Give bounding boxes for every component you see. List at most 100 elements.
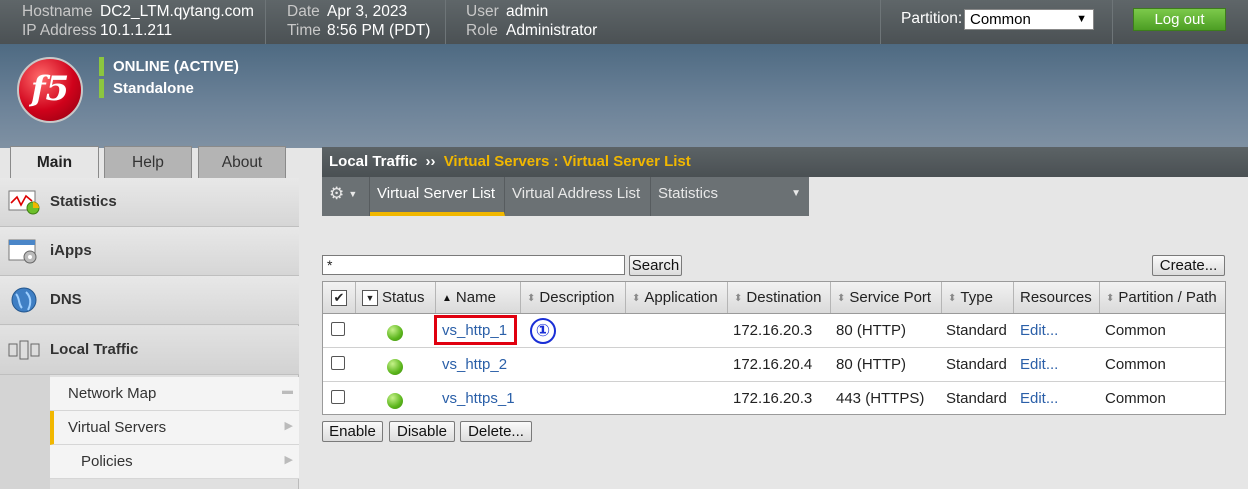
subnav-label: Policies — [81, 453, 133, 470]
type-cell: Standard — [946, 322, 1007, 339]
resources-edit-link[interactable]: Edit... — [1020, 356, 1058, 373]
column-header-status[interactable]: ▼ Status — [356, 282, 436, 313]
sidebar-item-label: DNS — [50, 291, 82, 308]
tab-statistics-label: Statistics — [658, 185, 719, 202]
sort-icon: ⬍ — [632, 293, 641, 304]
enable-button[interactable]: Enable — [322, 421, 383, 442]
sidebar-item-dns[interactable]: DNS — [0, 276, 299, 325]
tab-virtual-server-list[interactable]: Virtual Server List — [370, 177, 505, 216]
breadcrumb-path: Virtual Servers : Virtual Server List — [443, 153, 691, 170]
check-icon: ✔ — [331, 290, 347, 307]
virtual-server-name-link[interactable]: vs_http_1 — [442, 322, 507, 339]
partition-value: Common — [970, 11, 1031, 28]
subnav-policies[interactable]: Policies ▶ — [50, 445, 299, 479]
subnav-label: Virtual Servers — [68, 419, 167, 436]
column-label: Resources — [1020, 289, 1092, 306]
disable-button[interactable]: Disable — [389, 421, 455, 442]
time-label: Time — [287, 22, 321, 39]
chevron-down-icon: ▼ — [1076, 13, 1087, 25]
chevron-down-icon: ▼ — [348, 189, 358, 199]
sidebar-indent — [0, 375, 50, 489]
column-header-partition[interactable]: ⬍ Partition / Path — [1100, 282, 1225, 313]
column-header-application[interactable]: ⬍ Application — [626, 282, 728, 313]
iapps-icon — [8, 239, 37, 264]
column-label: Type — [960, 289, 993, 306]
subtab-bar: ⚙ ▼ Virtual Server List Virtual Address … — [322, 177, 809, 216]
tab-statistics[interactable]: Statistics ▼ — [651, 177, 809, 216]
virtual-server-name-link[interactable]: vs_https_1 — [442, 390, 515, 407]
column-label: Status — [382, 289, 425, 306]
select-all-checkbox[interactable]: ✔ — [323, 282, 356, 313]
resources-edit-link[interactable]: Edit... — [1020, 390, 1058, 407]
sort-icon: ⬍ — [527, 293, 536, 304]
breadcrumb: Local Traffic ›› Virtual Servers : Virtu… — [322, 147, 1248, 177]
sort-icon: ⬍ — [948, 293, 957, 304]
hostname-value: DC2_LTM.qytang.com — [100, 3, 254, 20]
user-label: User — [466, 3, 499, 20]
top-status-bar: Hostname DC2_LTM.qytang.com IP Address 10.… — [0, 0, 1248, 44]
row-checkbox[interactable] — [331, 390, 345, 404]
sidebar-item-statistics[interactable]: Statistics — [0, 178, 299, 227]
statistics-icon — [8, 190, 40, 215]
resources-edit-link[interactable]: Edit... — [1020, 322, 1058, 339]
subnav-virtual-servers[interactable]: Virtual Servers ▶ — [50, 411, 299, 445]
row-checkbox[interactable] — [331, 322, 345, 336]
partition-select[interactable]: Common ▼ — [964, 9, 1094, 30]
destination-cell: 172.16.20.3 — [733, 322, 813, 339]
local-traffic-icon — [8, 340, 40, 360]
column-header-service-port[interactable]: ⬍ Service Port — [831, 282, 942, 313]
sidebar-item-label: Local Traffic — [50, 341, 139, 358]
chevron-right-icon: ▶ — [284, 454, 293, 466]
hostname-label: Hostname — [22, 3, 93, 20]
column-header-resources: Resources — [1014, 282, 1100, 313]
divider — [445, 0, 446, 44]
partition-cell: Common — [1105, 390, 1166, 407]
f5-logo: f5 — [17, 57, 83, 123]
tab-virtual-address-list[interactable]: Virtual Address List — [505, 177, 651, 216]
expand-icon: ▬ — [282, 385, 293, 397]
partition-cell: Common — [1105, 356, 1166, 373]
column-header-name[interactable]: ▲ Name — [436, 282, 521, 313]
sort-icon: ⬍ — [1106, 293, 1115, 304]
virtual-server-name-link[interactable]: vs_http_2 — [442, 356, 507, 373]
search-button[interactable]: Search — [629, 255, 682, 276]
subnav-network-map[interactable]: Network Map ▬ — [50, 377, 299, 411]
status-available-icon — [387, 393, 403, 409]
sort-icon: ⬍ — [837, 293, 846, 304]
column-header-description[interactable]: ⬍ Description — [521, 282, 626, 313]
ha-mode-status: Standalone — [99, 79, 194, 98]
sidebar-item-local-traffic[interactable]: Local Traffic — [0, 326, 299, 375]
breadcrumb-separator: ›› — [425, 153, 436, 170]
column-header-destination[interactable]: ⬍ Destination — [728, 282, 831, 313]
dns-globe-icon — [11, 287, 37, 313]
online-status: ONLINE (ACTIVE) — [99, 57, 239, 76]
row-checkbox[interactable] — [331, 356, 345, 370]
tab-main[interactable]: Main — [10, 146, 99, 180]
tab-help[interactable]: Help — [104, 146, 192, 179]
sort-ascending-icon: ▲ — [442, 293, 452, 304]
service-port-cell: 443 (HTTPS) — [836, 390, 925, 407]
ip-label: IP Address — [22, 22, 97, 39]
status-available-icon — [387, 359, 403, 375]
gear-menu-button[interactable]: ⚙ ▼ — [322, 177, 370, 216]
chevron-down-icon: ▼ — [791, 188, 801, 199]
subnav-label: Network Map — [68, 385, 157, 402]
column-label: Service Port — [849, 289, 932, 306]
logout-button[interactable]: Log out — [1133, 8, 1226, 31]
create-button[interactable]: Create... — [1152, 255, 1225, 276]
date-label: Date — [287, 3, 320, 20]
breadcrumb-root[interactable]: Local Traffic — [329, 153, 417, 170]
divider — [265, 0, 266, 44]
divider — [880, 0, 881, 44]
column-label: Destination — [746, 289, 822, 306]
status-filter-dropdown-icon[interactable]: ▼ — [362, 290, 378, 307]
status-available-icon — [387, 325, 403, 341]
delete-button[interactable]: Delete... — [460, 421, 532, 442]
table-row: vs_https_1 172.16.20.3 443 (HTTPS) Stand… — [323, 382, 1225, 416]
search-input[interactable]: * — [322, 255, 625, 275]
date-time-info: Date Apr 3, 2023 Time 8:56 PM (PDT) — [287, 2, 430, 40]
tab-about[interactable]: About — [198, 146, 286, 179]
sidebar-item-iapps[interactable]: iApps — [0, 227, 299, 276]
date-value: Apr 3, 2023 — [327, 3, 408, 20]
column-header-type[interactable]: ⬍ Type — [942, 282, 1014, 313]
